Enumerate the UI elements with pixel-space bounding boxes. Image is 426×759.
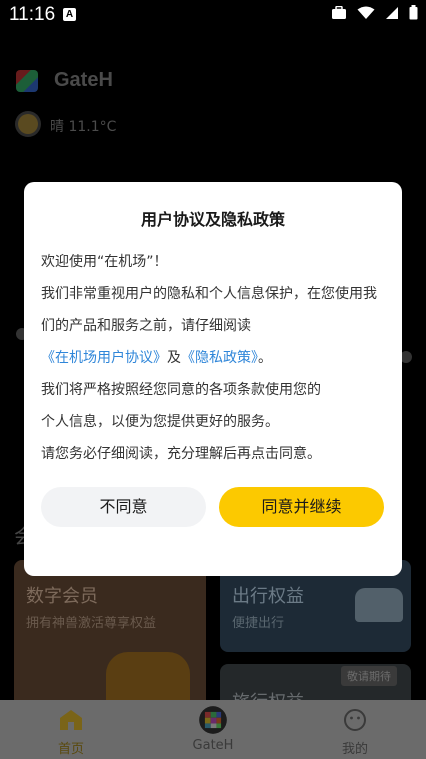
gateh-logo-icon (16, 70, 38, 92)
tab-label-mine: 我的 (341, 742, 368, 757)
dialog-line: 我们将严格按照经您同意的各项条款使用您的 (41, 382, 321, 398)
period-text: 。 (258, 350, 272, 366)
and-text: 及 (167, 350, 181, 366)
disagree-button[interactable]: 不同意 (41, 487, 206, 527)
privacy-policy-link[interactable]: 《隐私政策》 (181, 350, 258, 366)
car-icon (355, 588, 403, 622)
privacy-dialog: 用户协议及隐私政策 欢迎使用“在机场”！ 我们非常重视用户的隐私和个人信息保护，… (24, 182, 402, 576)
tab-home[interactable]: 首页 (0, 700, 142, 759)
coming-soon-badge: 敬请期待 (341, 666, 397, 686)
dialog-body: 欢迎使用“在机场”！ 我们非常重视用户的隐私和个人信息保护，在您使用我 们的产品… (41, 246, 391, 470)
tab-label-gateh: GateH (192, 738, 234, 753)
digital-member-card[interactable]: 数字会员 拥有神兽激活尊享权益 (14, 560, 206, 720)
home-icon (60, 710, 82, 730)
dialog-line: 请您务必仔细阅读，充分理解后再点击同意。 (41, 446, 321, 462)
bottom-tab-bar: 首页 GateH 我的 (0, 700, 426, 759)
profile-face-icon (344, 709, 366, 731)
user-agreement-link[interactable]: 《在机场用户协议》 (41, 350, 167, 366)
dialog-line: 们的产品和服务之前，请仔细阅读 (41, 318, 251, 334)
card-title: 出行权益 (232, 586, 304, 607)
card-subtitle: 拥有神兽激活尊享权益 (26, 616, 157, 631)
card-subtitle: 便捷出行 (232, 616, 285, 631)
card-title: 数字会员 (26, 586, 98, 607)
gateh-cube-icon (199, 706, 227, 734)
sun-icon (18, 114, 38, 134)
weather-text: 晴 11.1°C (50, 119, 117, 135)
app-title: GateH (54, 69, 113, 91)
dialog-links-line: 《在机场用户协议》及《隐私政策》。 (41, 342, 391, 374)
dialog-line: 个人信息，以便为您提供更好的服务。 (41, 414, 279, 430)
agree-continue-button[interactable]: 同意并继续 (219, 487, 384, 527)
dialog-line: 我们非常重视用户的隐私和个人信息保护，在您使用我 (41, 286, 377, 302)
dialog-title: 用户协议及隐私政策 (140, 210, 285, 229)
tab-gateh[interactable]: GateH (142, 700, 284, 759)
tab-label-home: 首页 (57, 742, 84, 757)
dialog-line: 欢迎使用“在机场”！ (41, 254, 168, 270)
tab-mine[interactable]: 我的 (284, 700, 426, 759)
